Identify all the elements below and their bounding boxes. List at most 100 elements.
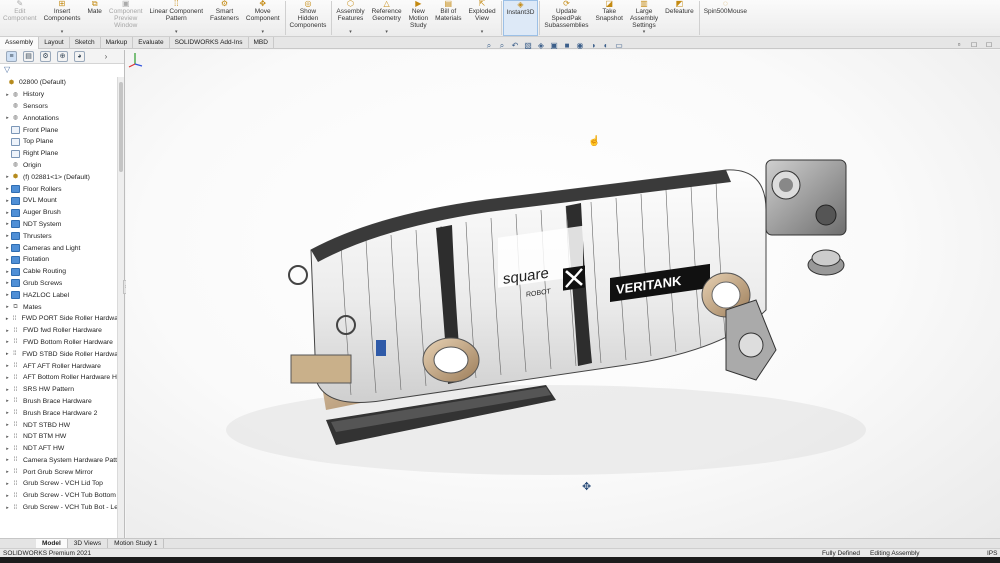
tree-node[interactable]: ▸ Flotation xyxy=(0,254,118,266)
tree-node[interactable]: ▸ ⁞⁞ AFT AFT Roller Hardware xyxy=(0,360,118,372)
insert-components-button[interactable]: ⊞ Insert Components ▾ xyxy=(41,0,85,36)
expand-arrow-icon[interactable]: ▸ xyxy=(4,375,11,381)
expand-arrow-icon[interactable]: ▸ xyxy=(4,92,11,98)
linear-pattern-button[interactable]: ⁞⁞ Linear Component Pattern ▾ xyxy=(147,0,207,36)
tree-node[interactable]: ▸ Cameras and Light xyxy=(0,242,118,254)
tree-node[interactable]: ▸ ⁞⁞ Camera System Hardware Patt xyxy=(0,455,118,467)
expand-arrow-icon[interactable]: ▸ xyxy=(4,457,11,463)
view-orientation-icon[interactable]: ▣ xyxy=(549,41,559,51)
view-settings-icon[interactable]: ▭ xyxy=(614,41,624,51)
mate-button[interactable]: ⧉ Mate xyxy=(84,0,105,36)
move-component-button[interactable]: ✥ Move Component ▾ xyxy=(243,0,284,36)
smart-fasteners-button[interactable]: ⚙ Smart Fasteners xyxy=(207,0,243,36)
tree-node[interactable]: ▸ ⁞⁞ FWD STBD Side Roller Hardwa xyxy=(0,348,118,360)
reference-geometry-button[interactable]: △ Reference Geometry ▾ xyxy=(369,0,406,36)
tree-node[interactable]: ▸ ⁞⁞ FWD fwd Roller Hardware xyxy=(0,325,118,337)
dropdown-arrow-icon[interactable]: ▾ xyxy=(175,29,178,35)
assembly-features-button[interactable]: ⬡ Assembly Features ▾ xyxy=(333,0,368,36)
expand-arrow-icon[interactable]: ▸ xyxy=(4,174,11,180)
tree-node[interactable]: ▸ Thrusters xyxy=(0,230,118,242)
expand-arrow-icon[interactable]: ▸ xyxy=(4,363,11,369)
expand-arrow-icon[interactable]: ▸ xyxy=(4,351,11,357)
snapshot-button[interactable]: ◪ Take Snapshot xyxy=(592,0,626,36)
dropdown-arrow-icon[interactable]: ▾ xyxy=(481,29,484,35)
panel-expand-icon[interactable]: › xyxy=(101,52,111,62)
tree-node[interactable]: ▸ ⁞⁞ Grub Screw - VCH Tub Bot - Le xyxy=(0,502,118,514)
tab-evaluate[interactable]: Evaluate xyxy=(133,37,170,49)
expand-arrow-icon[interactable]: ▸ xyxy=(4,422,11,428)
tree-node[interactable]: ▸ ⁞⁞ Grub Screw - VCH Tub Bottom xyxy=(0,490,118,502)
tree-node[interactable]: ▸ ⁞⁞ Grub Screw - VCH Lid Top xyxy=(0,478,118,490)
tab-mbd[interactable]: MBD xyxy=(249,37,274,49)
tab-layout[interactable]: Layout xyxy=(39,37,70,49)
tree-node[interactable]: ▸ ⁞⁞ AFT Bottom Roller Hardware H xyxy=(0,372,118,384)
display-style-icon[interactable]: ■ xyxy=(562,41,572,51)
zoom-to-area-icon[interactable]: ⌕ xyxy=(497,41,507,51)
expand-arrow-icon[interactable]: ▸ xyxy=(4,198,11,204)
tree-node[interactable]: Front Plane xyxy=(0,124,118,136)
tree-node[interactable]: ▸ Auger Brush xyxy=(0,207,118,219)
tree-node[interactable]: ▸ Floor Rollers xyxy=(0,183,118,195)
expand-arrow-icon[interactable]: ▸ xyxy=(4,481,11,487)
tree-node[interactable]: ▸ ⬢ (f) 02881<1> (Default) xyxy=(0,171,118,183)
tree-node[interactable]: ▸ ⧉ Mates xyxy=(0,301,118,313)
expand-arrow-icon[interactable]: ▸ xyxy=(4,505,11,511)
tree-node[interactable]: ▸ ⁞⁞ Brush Brace Hardware 2 xyxy=(0,407,118,419)
tree-node[interactable]: ▸ ⁞⁞ Port Grub Screw Mirror xyxy=(0,466,118,478)
apply-scene-icon[interactable]: ◐ xyxy=(601,41,611,51)
tree-node[interactable]: ◍ Origin xyxy=(0,160,118,172)
robot-assembly-model[interactable]: square ROBOT VERITANK xyxy=(126,50,1000,538)
expand-arrow-icon[interactable]: ▸ xyxy=(4,257,11,263)
tree-node[interactable]: Right Plane xyxy=(0,148,118,160)
expand-arrow-icon[interactable]: ▸ xyxy=(4,398,11,404)
tree-node[interactable]: Top Plane xyxy=(0,136,118,148)
tab-sketch[interactable]: Sketch xyxy=(70,37,101,49)
tree-node[interactable]: ⬢ 02800 (Default) xyxy=(0,77,118,89)
expand-arrow-icon[interactable]: ▸ xyxy=(4,292,11,298)
tree-node[interactable]: ▸ ⁞⁞ NDT STBD HW xyxy=(0,419,118,431)
expand-arrow-icon[interactable]: ▸ xyxy=(4,410,11,416)
expand-arrow-icon[interactable]: ▸ xyxy=(4,115,11,121)
tree-node[interactable]: ◍ Sensors xyxy=(0,101,118,113)
expand-arrow-icon[interactable]: ▸ xyxy=(4,469,11,475)
zoom-to-fit-icon[interactable]: ⌕ xyxy=(484,41,494,51)
tree-node[interactable]: ▸ ⁞⁞ FWD Bottom Roller Hardware xyxy=(0,337,118,349)
exploded-view-button[interactable]: ⇱ Exploded View ▾ xyxy=(465,0,499,36)
bill-of-materials-button[interactable]: ▤ Bill of Materials xyxy=(432,0,465,36)
restore-pane-icon[interactable]: □ xyxy=(969,40,979,50)
tree-node[interactable]: ▸ Grub Screws xyxy=(0,278,118,290)
speedpak-button[interactable]: ⟳ Update SpeedPak Subassemblies xyxy=(541,0,592,36)
component-preview-button[interactable]: ▣ Component Preview Window xyxy=(106,0,147,36)
expand-arrow-icon[interactable]: ▸ xyxy=(4,210,11,216)
motion-study-button[interactable]: ▶ New Motion Study xyxy=(406,0,433,36)
tree-node[interactable]: ▸ ◍ Annotations xyxy=(0,112,118,124)
expand-arrow-icon[interactable]: ▸ xyxy=(4,446,11,452)
expand-arrow-icon[interactable]: ▸ xyxy=(4,339,11,345)
tree-node[interactable]: ▸ HAZLOC Label xyxy=(0,289,118,301)
defeature-button[interactable]: ◩ Defeature xyxy=(662,0,698,36)
tree-node[interactable]: ▸ DVL Mount xyxy=(0,195,118,207)
dropdown-arrow-icon[interactable]: ▾ xyxy=(385,29,388,35)
section-view-icon[interactable]: ▧ xyxy=(523,41,533,51)
tree-node[interactable]: ▸ ⁞⁞ FWD PORT Side Roller Hardwa xyxy=(0,313,118,325)
dropdown-arrow-icon[interactable]: ▾ xyxy=(349,29,352,35)
tree-node[interactable]: ▸ NDT System xyxy=(0,219,118,231)
expand-arrow-icon[interactable]: ▸ xyxy=(4,245,11,251)
tree-node[interactable]: ▸ ⁞⁞ SRS HW Pattern xyxy=(0,384,118,396)
tree-node[interactable]: ▸ ⁞⁞ NDT BTM HW xyxy=(0,431,118,443)
feature-manager-tab-icon[interactable]: ≡ xyxy=(6,51,17,62)
tab-assembly[interactable]: Assembly xyxy=(0,37,40,49)
maximize-pane-icon[interactable]: □ xyxy=(984,40,994,50)
dimxpert-tab-icon[interactable]: ⊕ xyxy=(57,51,68,62)
expand-arrow-icon[interactable]: ▸ xyxy=(4,493,11,499)
show-hidden-button[interactable]: ◎ Show Hidden Components xyxy=(287,0,331,36)
filter-icon[interactable]: ▽ xyxy=(0,64,124,75)
feature-tree-scrollbar[interactable] xyxy=(117,77,124,538)
dropdown-arrow-icon[interactable]: ▾ xyxy=(261,29,264,35)
expand-arrow-icon[interactable]: ▸ xyxy=(4,269,11,275)
expand-arrow-icon[interactable]: ▸ xyxy=(4,186,11,192)
edit-component-button[interactable]: ✎ Edit Component xyxy=(0,0,41,36)
graphics-area[interactable]: square ROBOT VERITANK ☝ ✥ xyxy=(126,50,1000,538)
spin-mouse-button[interactable]: ◌ Spin500Mouse xyxy=(701,0,751,36)
expand-arrow-icon[interactable]: ▸ xyxy=(4,233,11,239)
